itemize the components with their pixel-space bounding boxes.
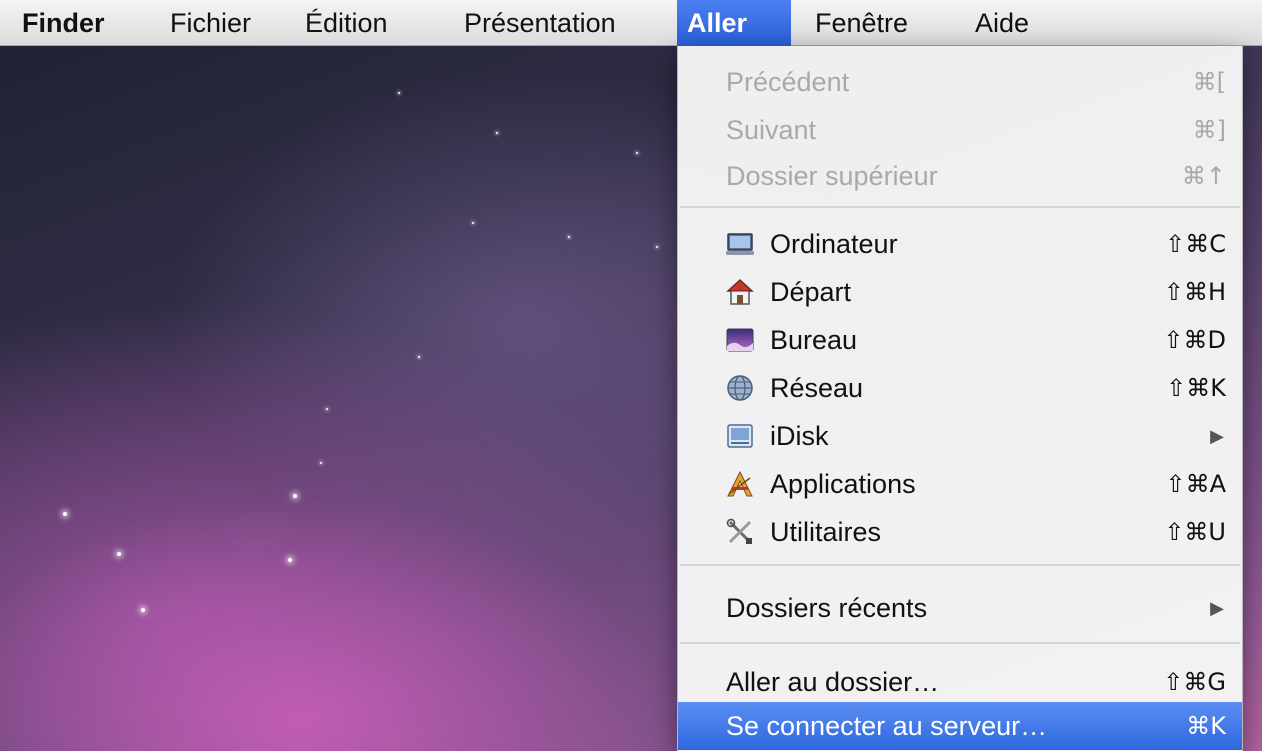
star <box>288 558 292 562</box>
menu-item-dossiers-recents[interactable]: Dossiers récents ▶ <box>678 584 1242 632</box>
menu-item-label: Départ <box>770 277 852 307</box>
idisk-icon <box>727 424 753 448</box>
shortcut-label: ⌘] <box>1192 116 1226 144</box>
menu-item-applications[interactable]: Applications ⇧⌘A <box>678 460 1242 508</box>
menu-item-ordinateur[interactable]: Ordinateur ⇧⌘C <box>678 220 1242 268</box>
star <box>656 246 658 248</box>
star <box>418 356 420 358</box>
menu-item-label: Dossier supérieur <box>726 161 938 191</box>
menu-item-label: Bureau <box>770 325 858 355</box>
menu-item-label: Utilitaires <box>770 517 882 547</box>
star <box>568 236 570 238</box>
home-icon <box>726 278 754 305</box>
applications-icon <box>727 470 753 497</box>
shortcut-label: ⇧⌘G <box>1163 668 1226 696</box>
submenu-arrow-icon: ▶ <box>1210 598 1224 618</box>
shortcut-label: ⇧⌘A <box>1165 470 1226 498</box>
menu-fenetre[interactable]: Fenêtre <box>805 0 918 46</box>
menu-fichier[interactable]: Fichier <box>160 0 261 46</box>
aller-menu: Précédent ⌘[ Suivant ⌘] Dossier supérieu… <box>677 46 1243 751</box>
menu-item-idisk[interactable]: iDisk ▶ <box>678 412 1242 460</box>
star <box>141 608 145 612</box>
submenu-arrow-icon: ▶ <box>1210 426 1224 446</box>
menu-item-suivant[interactable]: Suivant ⌘] <box>678 106 1242 154</box>
star <box>63 512 67 516</box>
menu-item-utilitaires[interactable]: Utilitaires ⇧⌘U <box>678 508 1242 556</box>
star <box>496 132 498 134</box>
menu-item-precedent[interactable]: Précédent ⌘[ <box>678 58 1242 106</box>
desktop-icon <box>726 328 754 352</box>
menu-finder[interactable]: Finder <box>12 0 115 46</box>
star <box>117 552 121 556</box>
menu-separator <box>680 206 1240 208</box>
menu-item-label: Dossiers récents <box>726 593 928 623</box>
star <box>398 92 400 94</box>
menu-item-label: Aller au dossier… <box>726 667 940 697</box>
shortcut-label: ⇧⌘U <box>1164 518 1226 546</box>
menu-bar: Finder Fichier Édition Présentation Alle… <box>0 0 1262 46</box>
star <box>320 462 322 464</box>
menu-edition[interactable]: Édition <box>295 0 398 46</box>
menu-item-label: Suivant <box>726 115 817 145</box>
network-icon <box>727 375 753 401</box>
star <box>293 494 297 498</box>
menu-item-aller-au-dossier[interactable]: Aller au dossier… ⇧⌘G <box>678 658 1242 706</box>
star <box>472 222 474 224</box>
menu-item-label: Ordinateur <box>770 229 898 259</box>
shortcut-label: ⇧⌘C <box>1165 230 1226 258</box>
star <box>326 408 328 410</box>
menu-item-bureau[interactable]: Bureau ⇧⌘D <box>678 316 1242 364</box>
shortcut-label: ⇧⌘H <box>1163 278 1226 306</box>
menu-item-se-connecter-au-serveur[interactable]: Se connecter au serveur… ⌘K <box>678 702 1242 750</box>
menu-item-reseau[interactable]: Réseau ⇧⌘K <box>678 364 1242 412</box>
menu-separator <box>680 564 1240 566</box>
menu-item-depart[interactable]: Départ ⇧⌘H <box>678 268 1242 316</box>
menu-item-dossier-superieur[interactable]: Dossier supérieur ⌘↑ <box>678 152 1242 200</box>
utilities-icon <box>726 518 752 544</box>
menu-presentation[interactable]: Présentation <box>454 0 626 46</box>
menu-item-label: Précédent <box>726 67 850 97</box>
menu-aide[interactable]: Aide <box>965 0 1039 46</box>
shortcut-label: ⇧⌘D <box>1163 326 1226 354</box>
menu-item-label: Se connecter au serveur… <box>726 711 1048 741</box>
menu-aller[interactable]: Aller <box>677 0 791 46</box>
menu-item-label: Réseau <box>770 373 864 403</box>
shortcut-label: ⌘K <box>1186 712 1226 740</box>
shortcut-label: ⌘[ <box>1192 68 1226 96</box>
shortcut-label: ⇧⌘K <box>1166 374 1226 402</box>
computer-icon <box>726 233 754 255</box>
shortcut-label: ⌘↑ <box>1181 162 1226 190</box>
menu-separator <box>680 642 1240 644</box>
menu-item-label: iDisk <box>770 421 829 451</box>
menu-item-label: Applications <box>770 469 916 499</box>
star <box>636 152 638 154</box>
